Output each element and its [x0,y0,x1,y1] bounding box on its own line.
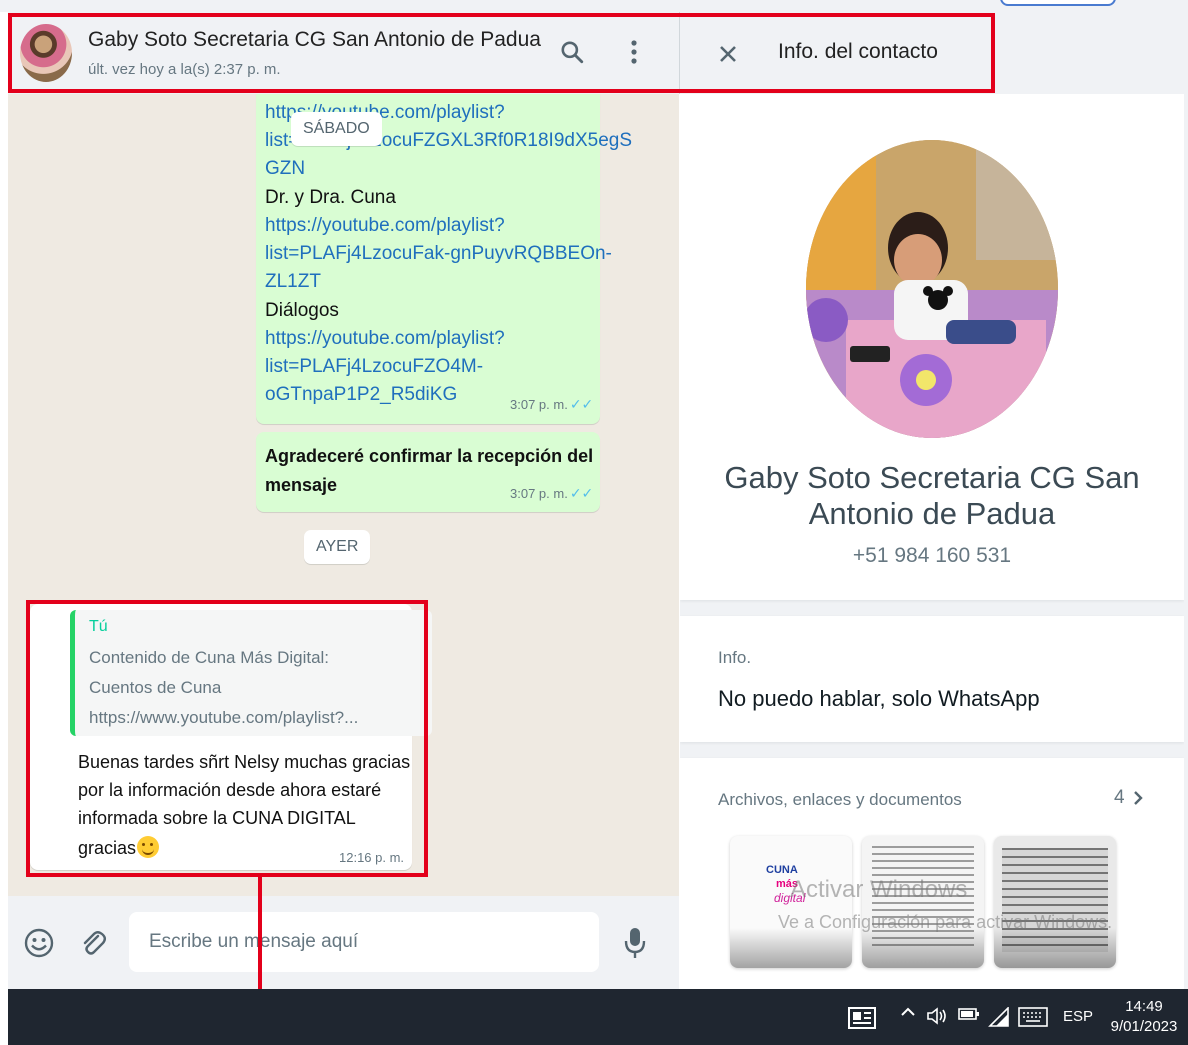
microphone-icon [624,928,646,958]
message-text: Buenas tardes sñrt Nelsy muchas gracias [78,752,411,772]
chat-header[interactable]: Gaby Soto Secretaria CG San Antonio de P… [8,12,680,94]
news-icon [848,1007,876,1029]
message-text: informada sobre la CUNA DIGITAL [78,808,356,828]
thumbnail-shade [730,928,852,968]
message-link[interactable]: GZN [265,158,305,180]
speaker-icon [927,1007,946,1025]
message-link[interactable]: list=PLAFj4LzocuFZO4M- [265,356,483,378]
search-icon [561,41,584,64]
paperclip-icon [83,931,106,955]
quoted-message[interactable]: Tú Contenido de Cuna Más Digital: Cuento… [70,610,432,736]
battery-button[interactable] [958,1007,980,1021]
message-timestamp: 12:16 p. m. [339,850,405,865]
voice-message-button[interactable] [618,926,652,960]
close-icon [720,46,736,62]
menu-button[interactable] [618,36,650,68]
battery-icon [958,1008,979,1020]
clock-date: 9/01/2023 [1110,1018,1178,1035]
message-timestamp: 3:07 p. m. ✓✓ [510,396,593,413]
thumb-logo-text: CUNA [766,864,798,876]
message-link[interactable]: https://youtube.com/playlist? [265,328,505,350]
contact-name-line: Gaby Soto Secretaria CG San [724,460,1140,495]
date-divider-saturday: SÁBADO [291,112,382,146]
contact-name-line: Antonio de Padua [808,496,1056,531]
emoji-button[interactable] [22,926,56,960]
taskbar-clock[interactable]: 14:49 9/01/2023 [1108,997,1180,1037]
media-section: Archivos, enlaces y documentos 4 CUNA má… [680,758,1184,989]
message-link[interactable]: https://youtube.com/playlist? [265,215,505,237]
thumbnail-shade [994,928,1116,968]
chat-contact-name[interactable]: Gaby Soto Secretaria CG San Antonio de P… [88,28,541,52]
quote-text: https://www.youtube.com/playlist?... [89,708,359,727]
windows-taskbar: ESP 14:49 9/01/2023 [8,989,1188,1045]
about-section: Info. No puedo hablar, solo WhatsApp [680,616,1184,742]
emoji-icon [24,928,54,958]
message-text: mensaje [265,475,338,495]
top-pill-button[interactable] [1000,0,1116,6]
message-text-last: gracias [78,836,160,859]
quote-author: Tú [89,618,108,635]
network-button[interactable] [988,1007,1010,1027]
volume-button[interactable] [926,1007,948,1025]
about-text: No puedo hablar, solo WhatsApp [718,686,1040,711]
quote-text: Contenido de Cuna Más Digital: [89,648,330,667]
contact-info-title: Info. del contacto [778,40,938,63]
contact-info-header: Info. del contacto [680,12,1188,94]
thumbnail-shade [862,928,984,968]
about-label: Info. [718,648,752,667]
outgoing-confirm-message[interactable]: Agradeceré confirmar la recepción del me… [256,432,600,512]
message-input[interactable] [129,912,599,972]
media-thumbnail[interactable] [994,836,1116,968]
profile-photo-illustration [806,140,1058,438]
last-seen-status: últ. vez hoy a la(s) 2:37 p. m. [88,61,281,78]
keyboard-icon [1018,1007,1048,1027]
contact-phone: +51 984 160 531 [852,544,1012,567]
media-thumbnail[interactable]: CUNA más digital [730,836,852,968]
news-widget-button[interactable] [848,1007,876,1029]
contact-name: Gaby Soto Secretaria CG San Antonio de P… [680,460,1184,532]
chevron-up-icon [901,1007,915,1016]
message-text: por la información desde ahora estaré [78,780,382,800]
search-button[interactable] [556,36,588,68]
contact-info-panel[interactable]: Gaby Soto Secretaria CG San Antonio de P… [680,94,1188,989]
message-text: Dr. y Dra. Cuna [265,187,396,208]
chevron-right-icon [1133,791,1143,805]
close-info-button[interactable] [712,38,744,70]
quote-text: Cuentos de Cuna [89,678,222,697]
show-hidden-icons-button[interactable] [900,1007,916,1017]
media-section-label[interactable]: Archivos, enlaces y documentos [718,790,962,810]
message-link[interactable]: oGTnpaP1P2_R5diKG [265,384,457,406]
info-panel-scrollbar[interactable] [1184,94,1188,989]
thumb-logo-text: digital [774,891,806,905]
message-link[interactable]: list=PLAFj4LzocuFak-gnPuyvRQBBEOn- [265,243,612,265]
contact-avatar[interactable] [20,24,72,82]
smiling-emoji-icon [137,836,160,858]
message-text: Agradeceré confirmar la recepción del [265,446,594,466]
message-text: gracias [78,838,137,858]
window-top-strip [0,0,1188,12]
double-check-icon: ✓✓ [569,396,594,412]
double-check-icon: ✓✓ [569,485,594,501]
message-time-text: 3:07 p. m. [510,397,568,412]
profile-section: Gaby Soto Secretaria CG San Antonio de P… [680,94,1184,600]
media-thumbnail[interactable] [862,836,984,968]
chat-messages-area[interactable]: https://youtube.com/playlist? list=PLAFj… [8,94,679,896]
contact-profile-photo[interactable] [806,140,1058,438]
keyboard-button[interactable] [1018,1007,1048,1027]
attach-button[interactable] [76,926,110,960]
media-count: 4 [1114,787,1125,808]
thumb-logo-text: más [776,878,799,890]
clock-time: 14:49 [1125,998,1163,1015]
message-time-text: 3:07 p. m. [510,486,568,501]
incoming-reply-message[interactable]: Tú Contenido de Cuna Más Digital: Cuento… [30,604,432,870]
message-timestamp: 3:07 p. m. ✓✓ [510,485,593,502]
media-count-link[interactable]: 4 [1114,787,1143,809]
wifi-icon [988,1007,1009,1027]
input-language[interactable]: ESP [1063,1008,1093,1025]
date-divider-yesterday: AYER [304,530,371,564]
message-composer [8,896,679,989]
message-text: Diálogos [265,300,339,321]
kebab-menu-icon [631,40,637,64]
message-link[interactable]: ZL1ZT [265,271,321,293]
